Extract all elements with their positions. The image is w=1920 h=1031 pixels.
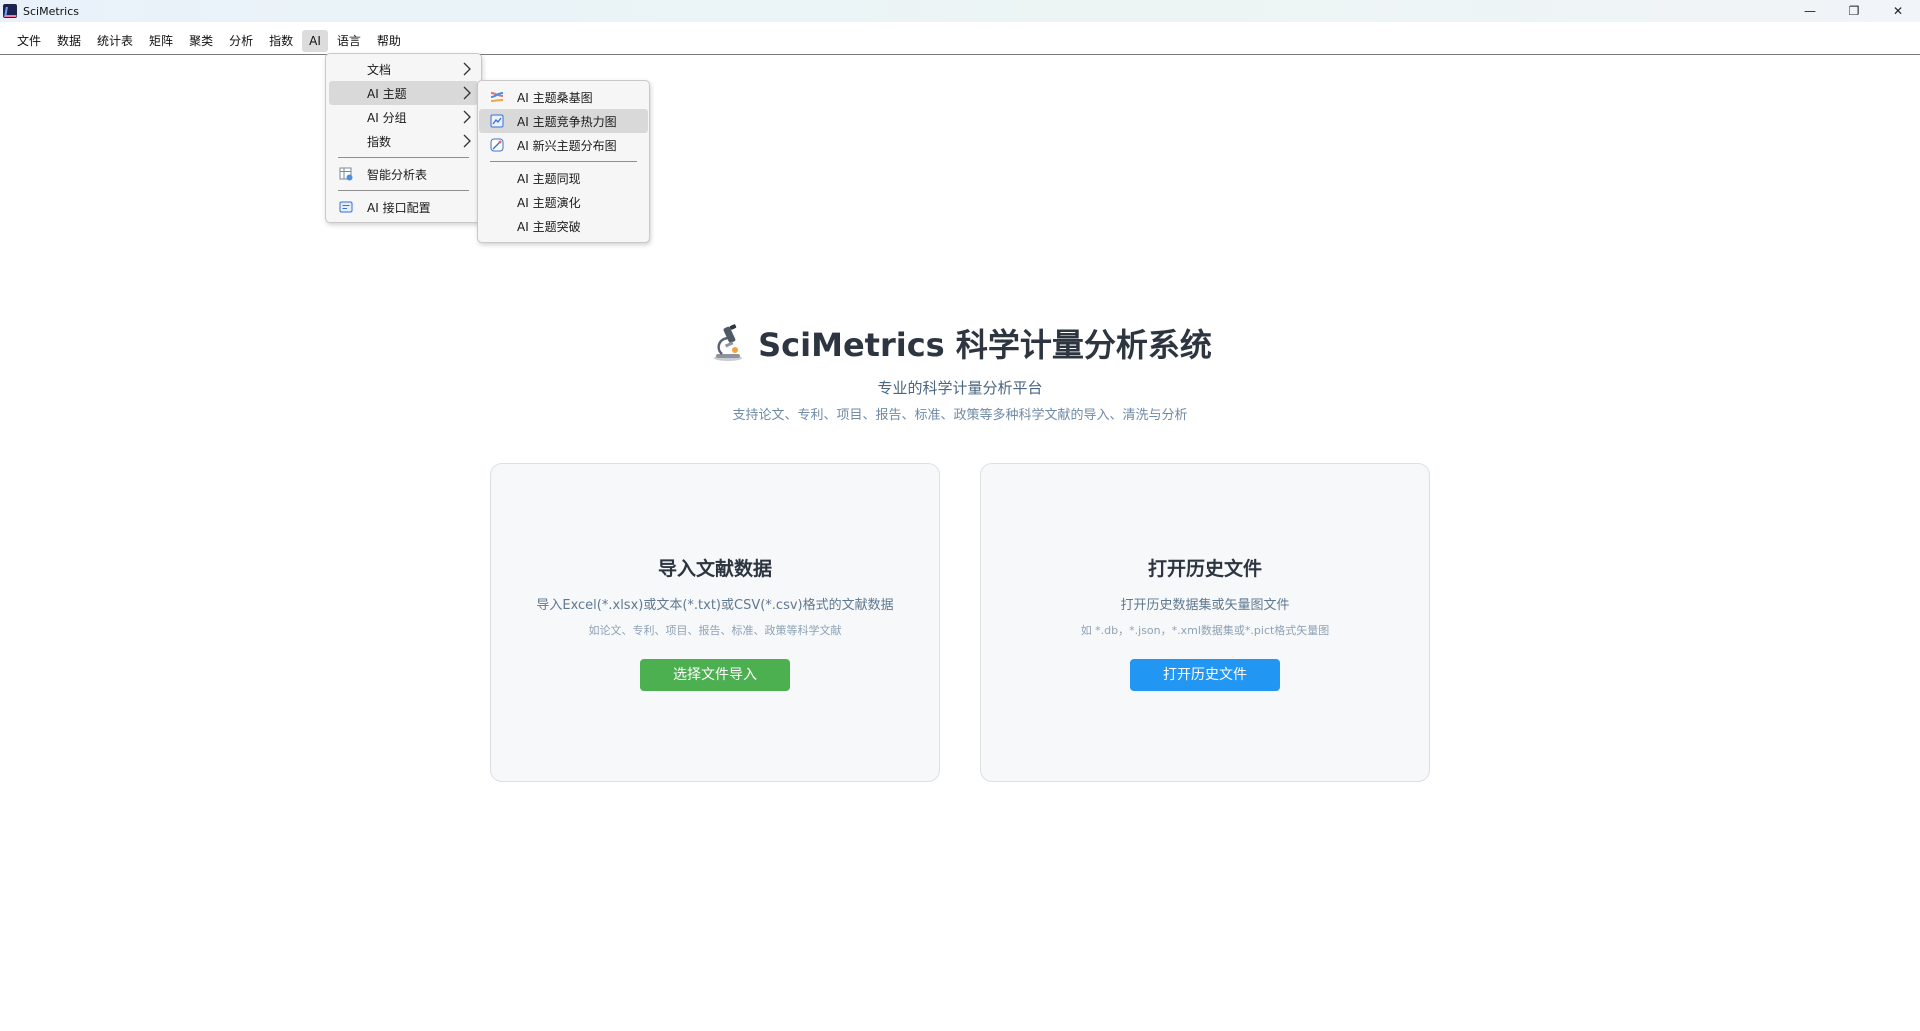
restore-button[interactable]: ❐ <box>1832 0 1876 22</box>
minimize-button[interactable]: — <box>1788 0 1832 22</box>
menu-item-label: 指数 <box>367 134 392 149</box>
hero-subtitle: 专业的科学计量分析平台 <box>877 379 1043 397</box>
hero-title: SciMetrics 科学计量分析系统 <box>758 326 1212 364</box>
distribution-icon <box>490 138 504 152</box>
menu-analysis[interactable]: 分析 <box>222 28 260 53</box>
import-card-description: 导入Excel(*.xlsx)或文本(*.txt)或CSV(*.csv)格式的文… <box>536 598 894 613</box>
api-config-icon <box>339 201 353 213</box>
menu-item-topic-breakthrough[interactable]: AI 主题突破 <box>479 214 648 238</box>
menu-separator <box>490 161 637 162</box>
open-history-button[interactable]: 打开历史文件 <box>1130 659 1280 691</box>
menu-item-label: AI 接口配置 <box>367 200 431 215</box>
menu-item-smart-table[interactable]: 智能分析表 <box>329 162 478 186</box>
import-card-title: 导入文献数据 <box>657 558 772 580</box>
welcome-hero: SciMetrics 科学计量分析系统 专业的科学计量分析平台 支持论文、专利、… <box>0 320 1920 423</box>
menu-item-label: AI 主题 <box>367 86 407 101</box>
import-card: 导入文献数据 导入Excel(*.xlsx)或文本(*.txt)或CSV(*.c… <box>490 463 940 782</box>
ai-topic-submenu: AI 主题桑基图 AI 主题竞争热力图 AI 新兴主题分布图 AI 主题同现 A… <box>477 80 650 243</box>
history-card-title: 打开历史文件 <box>1147 558 1262 580</box>
import-card-hint: 如论文、专利、项目、报告、标准、政策等科学文献 <box>588 624 842 637</box>
menu-item-label: AI 新兴主题分布图 <box>517 138 617 153</box>
menu-item-label: AI 主题突破 <box>517 219 581 234</box>
import-file-button[interactable]: 选择文件导入 <box>640 659 790 691</box>
menu-item-topic-evolution[interactable]: AI 主题演化 <box>479 190 648 214</box>
menu-item-label: 文档 <box>367 62 392 77</box>
history-card-hint: 如 *.db，*.json，*.xml数据集或*.pict格式矢量图 <box>1080 624 1330 637</box>
menu-item-ai-api-config[interactable]: AI 接口配置 <box>329 195 478 219</box>
chevron-right-icon <box>463 110 471 124</box>
menu-item-topic-heatmap[interactable]: AI 主题竞争热力图 <box>479 109 648 133</box>
menu-item-label: 智能分析表 <box>367 167 428 182</box>
menu-data[interactable]: 数据 <box>50 28 88 53</box>
window-controls: — ❐ ✕ <box>1788 0 1920 22</box>
sankey-icon <box>490 92 504 102</box>
menu-item-label: AI 分组 <box>367 110 407 125</box>
menu-ai[interactable]: AI <box>302 29 328 52</box>
menu-bar: 文件 数据 统计表 矩阵 聚类 分析 指数 AI 语言 帮助 <box>0 27 1920 55</box>
menu-item-document[interactable]: 文档 <box>329 57 478 81</box>
menu-separator <box>338 190 469 191</box>
menu-item-index[interactable]: 指数 <box>329 129 478 153</box>
hero-title-row: SciMetrics 科学计量分析系统 <box>708 320 1212 366</box>
history-card-description: 打开历史数据集或矢量图文件 <box>1120 598 1290 613</box>
title-bar: SciMetrics — ❐ ✕ <box>0 0 1920 22</box>
ai-dropdown-menu: 文档 AI 主题 AI 分组 指数 智能分析表 AI 接口配置 <box>325 53 482 223</box>
table-chart-icon <box>339 167 353 181</box>
menu-item-topic-sankey[interactable]: AI 主题桑基图 <box>479 85 648 109</box>
chevron-right-icon <box>463 134 471 148</box>
history-card: 打开历史文件 打开历史数据集或矢量图文件 如 *.db，*.json，*.xml… <box>980 463 1430 782</box>
menu-help[interactable]: 帮助 <box>370 28 408 53</box>
menu-item-ai-topic[interactable]: AI 主题 <box>329 81 478 105</box>
menu-item-label: AI 主题桑基图 <box>517 90 593 105</box>
menu-index[interactable]: 指数 <box>262 28 300 53</box>
menu-separator <box>338 157 469 158</box>
menu-item-emerging-topic[interactable]: AI 新兴主题分布图 <box>479 133 648 157</box>
app-logo-icon <box>3 4 17 18</box>
menu-language[interactable]: 语言 <box>330 28 368 53</box>
menu-statistics[interactable]: 统计表 <box>90 28 140 53</box>
menu-item-label: AI 主题竞争热力图 <box>517 114 617 129</box>
heatmap-icon <box>490 114 504 128</box>
menu-item-label: AI 主题演化 <box>517 195 581 210</box>
chevron-right-icon <box>463 86 471 100</box>
close-button[interactable]: ✕ <box>1876 0 1920 22</box>
menu-cluster[interactable]: 聚类 <box>182 28 220 53</box>
menu-item-ai-group[interactable]: AI 分组 <box>329 105 478 129</box>
microscope-icon <box>714 324 743 361</box>
window-title: SciMetrics <box>23 4 80 18</box>
menu-file[interactable]: 文件 <box>10 28 48 53</box>
menu-matrix[interactable]: 矩阵 <box>142 28 180 53</box>
chevron-right-icon <box>463 62 471 76</box>
menu-item-topic-cooccurrence[interactable]: AI 主题同现 <box>479 166 648 190</box>
hero-description: 支持论文、专利、项目、报告、标准、政策等多种科学文献的导入、清洗与分析 <box>732 408 1188 423</box>
menu-item-label: AI 主题同现 <box>517 171 581 186</box>
